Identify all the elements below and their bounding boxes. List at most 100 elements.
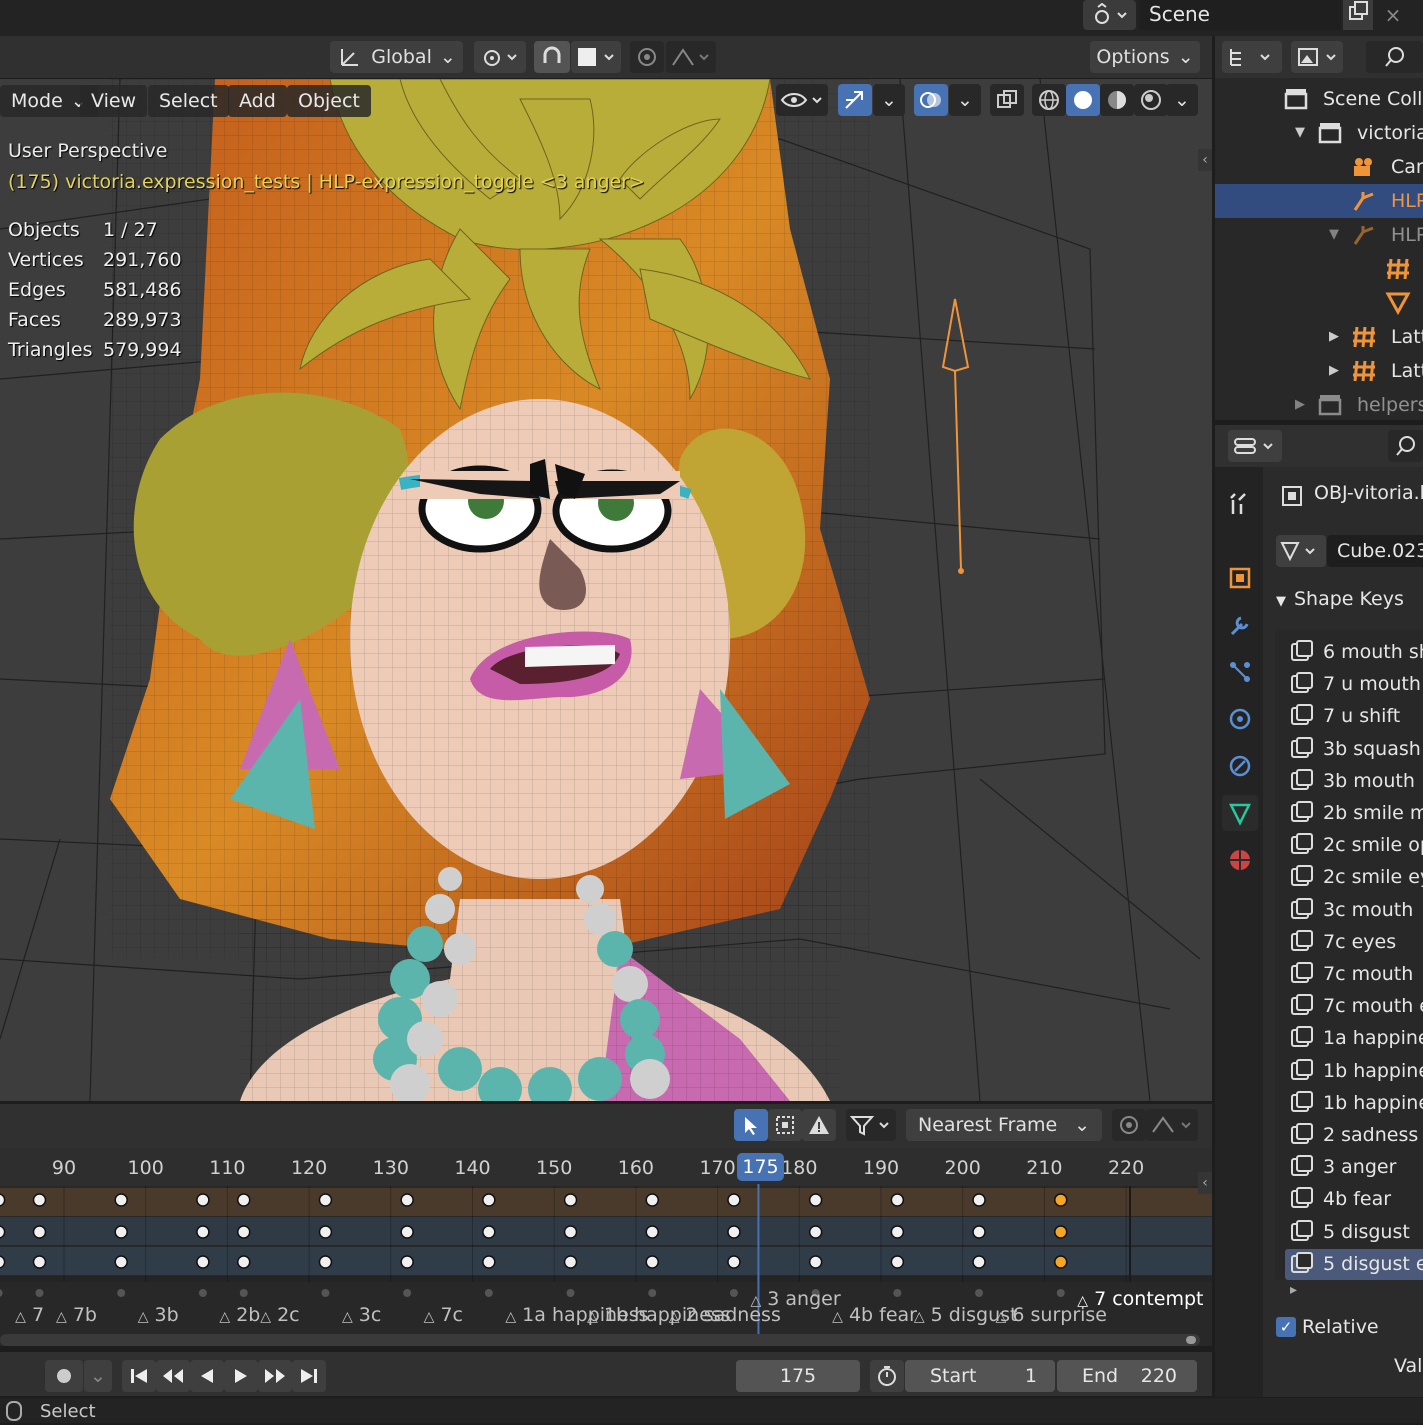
shape-key-item[interactable]: 1b happine bbox=[1285, 1088, 1423, 1119]
shape-key-item[interactable]: 6 mouth sh bbox=[1285, 637, 1423, 668]
box-select-button[interactable] bbox=[768, 1109, 802, 1141]
pivot-point-button[interactable] bbox=[474, 41, 526, 73]
outliner-item[interactable]: Scene Collection bbox=[1215, 82, 1423, 116]
outliner-item[interactable]: ▶ helpers bbox=[1215, 388, 1423, 422]
current-frame-indicator[interactable]: 175 bbox=[737, 1153, 784, 1181]
list-expand-icon[interactable]: ▸ bbox=[1290, 1282, 1297, 1298]
keyframe-diamond[interactable] bbox=[114, 1193, 128, 1207]
relative-checkbox-row[interactable]: ✓ Relative bbox=[1276, 1316, 1379, 1338]
jump-start-button[interactable] bbox=[122, 1360, 156, 1392]
keyframe-diamond[interactable] bbox=[972, 1193, 986, 1207]
keyframe-diamond[interactable] bbox=[563, 1193, 578, 1207]
expand-arrow-icon[interactable]: ▶ bbox=[1329, 320, 1339, 354]
copy-icon[interactable] bbox=[1343, 0, 1373, 30]
jump-end-button[interactable] bbox=[292, 1360, 326, 1392]
keyframe-diamond[interactable] bbox=[890, 1255, 905, 1269]
shading-material-button[interactable] bbox=[1100, 84, 1134, 116]
keyframe-diamond[interactable] bbox=[114, 1225, 128, 1239]
keyframe-diamond[interactable] bbox=[32, 1255, 47, 1269]
gizmo-dropdown[interactable]: ⌄ bbox=[873, 84, 905, 116]
menu-select[interactable]: Select bbox=[148, 85, 229, 117]
expand-arrow-icon[interactable]: ▼ bbox=[1295, 116, 1305, 150]
record-button[interactable] bbox=[45, 1360, 83, 1392]
keyframe-diamond[interactable] bbox=[318, 1255, 333, 1269]
outliner-item[interactable]: Camera bbox=[1215, 150, 1423, 184]
sidebar-toggle-icon[interactable]: ‹ bbox=[1198, 149, 1212, 171]
keying-set-dropdown[interactable]: ⌄ bbox=[84, 1360, 112, 1392]
outliner-item[interactable]: ▶ Lattice. bbox=[1215, 320, 1423, 354]
mesh-browse-button[interactable] bbox=[1276, 535, 1326, 567]
shape-key-item[interactable]: 5 disgust bbox=[1285, 1217, 1423, 1248]
shape-keys-panel-header[interactable]: ▼ Shape Keys bbox=[1276, 588, 1404, 610]
play-reverse-button[interactable] bbox=[190, 1360, 224, 1392]
options-dropdown[interactable]: Options ⌄ bbox=[1090, 41, 1200, 73]
close-icon[interactable]: × bbox=[1378, 0, 1408, 30]
shape-key-item[interactable]: 7c mouth e bbox=[1285, 991, 1423, 1022]
outliner-item[interactable]: ▼ victoria.exp bbox=[1215, 116, 1423, 150]
keyframe-diamond[interactable] bbox=[808, 1255, 823, 1269]
properties-search-button[interactable] bbox=[1388, 430, 1423, 462]
preview-range-button[interactable] bbox=[870, 1360, 904, 1392]
outliner-item[interactable]: OBJ bbox=[1215, 286, 1423, 320]
play-button[interactable] bbox=[224, 1360, 258, 1392]
keyframe-diamond[interactable] bbox=[727, 1225, 741, 1239]
keyframe-diamond[interactable] bbox=[400, 1255, 414, 1269]
shape-key-item[interactable]: 4b fear bbox=[1285, 1184, 1423, 1215]
select-tool-button[interactable] bbox=[734, 1109, 768, 1141]
summary-channel-row[interactable] bbox=[0, 1188, 1212, 1216]
outliner-item[interactable]: Latt bbox=[1215, 252, 1423, 286]
snap-mode-dropdown[interactable]: Nearest Frame ⌄ bbox=[906, 1109, 1102, 1141]
shape-key-item[interactable]: 7c mouth bbox=[1285, 959, 1423, 990]
expand-arrow-icon[interactable]: ▶ bbox=[1295, 388, 1305, 422]
falloff-dropdown[interactable] bbox=[666, 41, 716, 73]
keyframe-diamond[interactable] bbox=[236, 1225, 251, 1239]
keyframe-diamond[interactable] bbox=[32, 1225, 47, 1239]
visibility-dropdown[interactable] bbox=[776, 84, 828, 116]
physics-tab[interactable] bbox=[1222, 701, 1258, 737]
falloff-dropdown[interactable] bbox=[1146, 1109, 1198, 1141]
data-tab[interactable] bbox=[1222, 795, 1258, 831]
material-tab[interactable] bbox=[1222, 842, 1258, 878]
shape-key-item[interactable]: 3b squash bbox=[1285, 734, 1423, 765]
outliner-item[interactable]: HLP-exp bbox=[1215, 184, 1423, 218]
prev-keyframe-button[interactable] bbox=[156, 1360, 190, 1392]
timeline-filter-dropdown[interactable] bbox=[846, 1109, 896, 1141]
keyframe-diamond[interactable] bbox=[972, 1225, 986, 1239]
shape-key-item[interactable]: 1a happine bbox=[1285, 1023, 1423, 1054]
shape-key-item[interactable]: 2c smile ey bbox=[1285, 862, 1423, 893]
scene-selector-button[interactable] bbox=[1083, 0, 1136, 30]
keyframe-diamond[interactable] bbox=[236, 1255, 251, 1269]
keyframe-diamond[interactable] bbox=[196, 1193, 210, 1207]
scene-name[interactable]: Scene bbox=[1139, 0, 1341, 30]
keyframe-diamond[interactable] bbox=[196, 1225, 210, 1239]
shape-key-item[interactable]: 2b smile m bbox=[1285, 798, 1423, 829]
timeline-marker[interactable]: △ 4b fear bbox=[832, 1304, 917, 1326]
data-channel-row[interactable] bbox=[0, 1247, 1212, 1275]
keyframe-diamond[interactable] bbox=[32, 1193, 47, 1207]
keyframe-diamond[interactable] bbox=[890, 1193, 905, 1207]
keyframe-diamond[interactable] bbox=[727, 1193, 741, 1207]
shape-key-item[interactable]: 2 sadness bbox=[1285, 1120, 1423, 1151]
keyframe-diamond[interactable] bbox=[645, 1225, 659, 1239]
keyframe-diamond[interactable] bbox=[1053, 1193, 1068, 1207]
mesh-name-field[interactable]: Cube.023 bbox=[1327, 535, 1423, 567]
shape-key-item[interactable]: 3 anger bbox=[1285, 1152, 1423, 1183]
menu-add[interactable]: Add bbox=[228, 85, 287, 117]
timeline-marker[interactable]: △ 3 anger bbox=[750, 1288, 840, 1310]
expand-arrow-icon[interactable]: ▶ bbox=[1329, 354, 1339, 388]
keyframe-diamond[interactable] bbox=[114, 1255, 128, 1269]
keyframe-diamond[interactable] bbox=[563, 1225, 578, 1239]
constraints-tab[interactable] bbox=[1222, 748, 1258, 784]
particles-tab[interactable] bbox=[1222, 654, 1258, 690]
object-tab[interactable] bbox=[1222, 560, 1258, 596]
tool-tab[interactable] bbox=[1222, 485, 1258, 521]
xray-toggle-button[interactable] bbox=[990, 84, 1024, 116]
current-frame-field[interactable]: 175 bbox=[736, 1360, 860, 1392]
timeline-marker[interactable]: △ 2c bbox=[260, 1304, 299, 1326]
keyframe-diamond[interactable] bbox=[808, 1193, 823, 1207]
keyframe-diamond[interactable] bbox=[645, 1193, 659, 1207]
auto-keying-proportional-button[interactable] bbox=[1112, 1109, 1146, 1141]
menu-view[interactable]: View bbox=[80, 85, 148, 117]
keyframe-diamond[interactable] bbox=[400, 1225, 414, 1239]
shading-rendered-button[interactable] bbox=[1134, 84, 1168, 116]
